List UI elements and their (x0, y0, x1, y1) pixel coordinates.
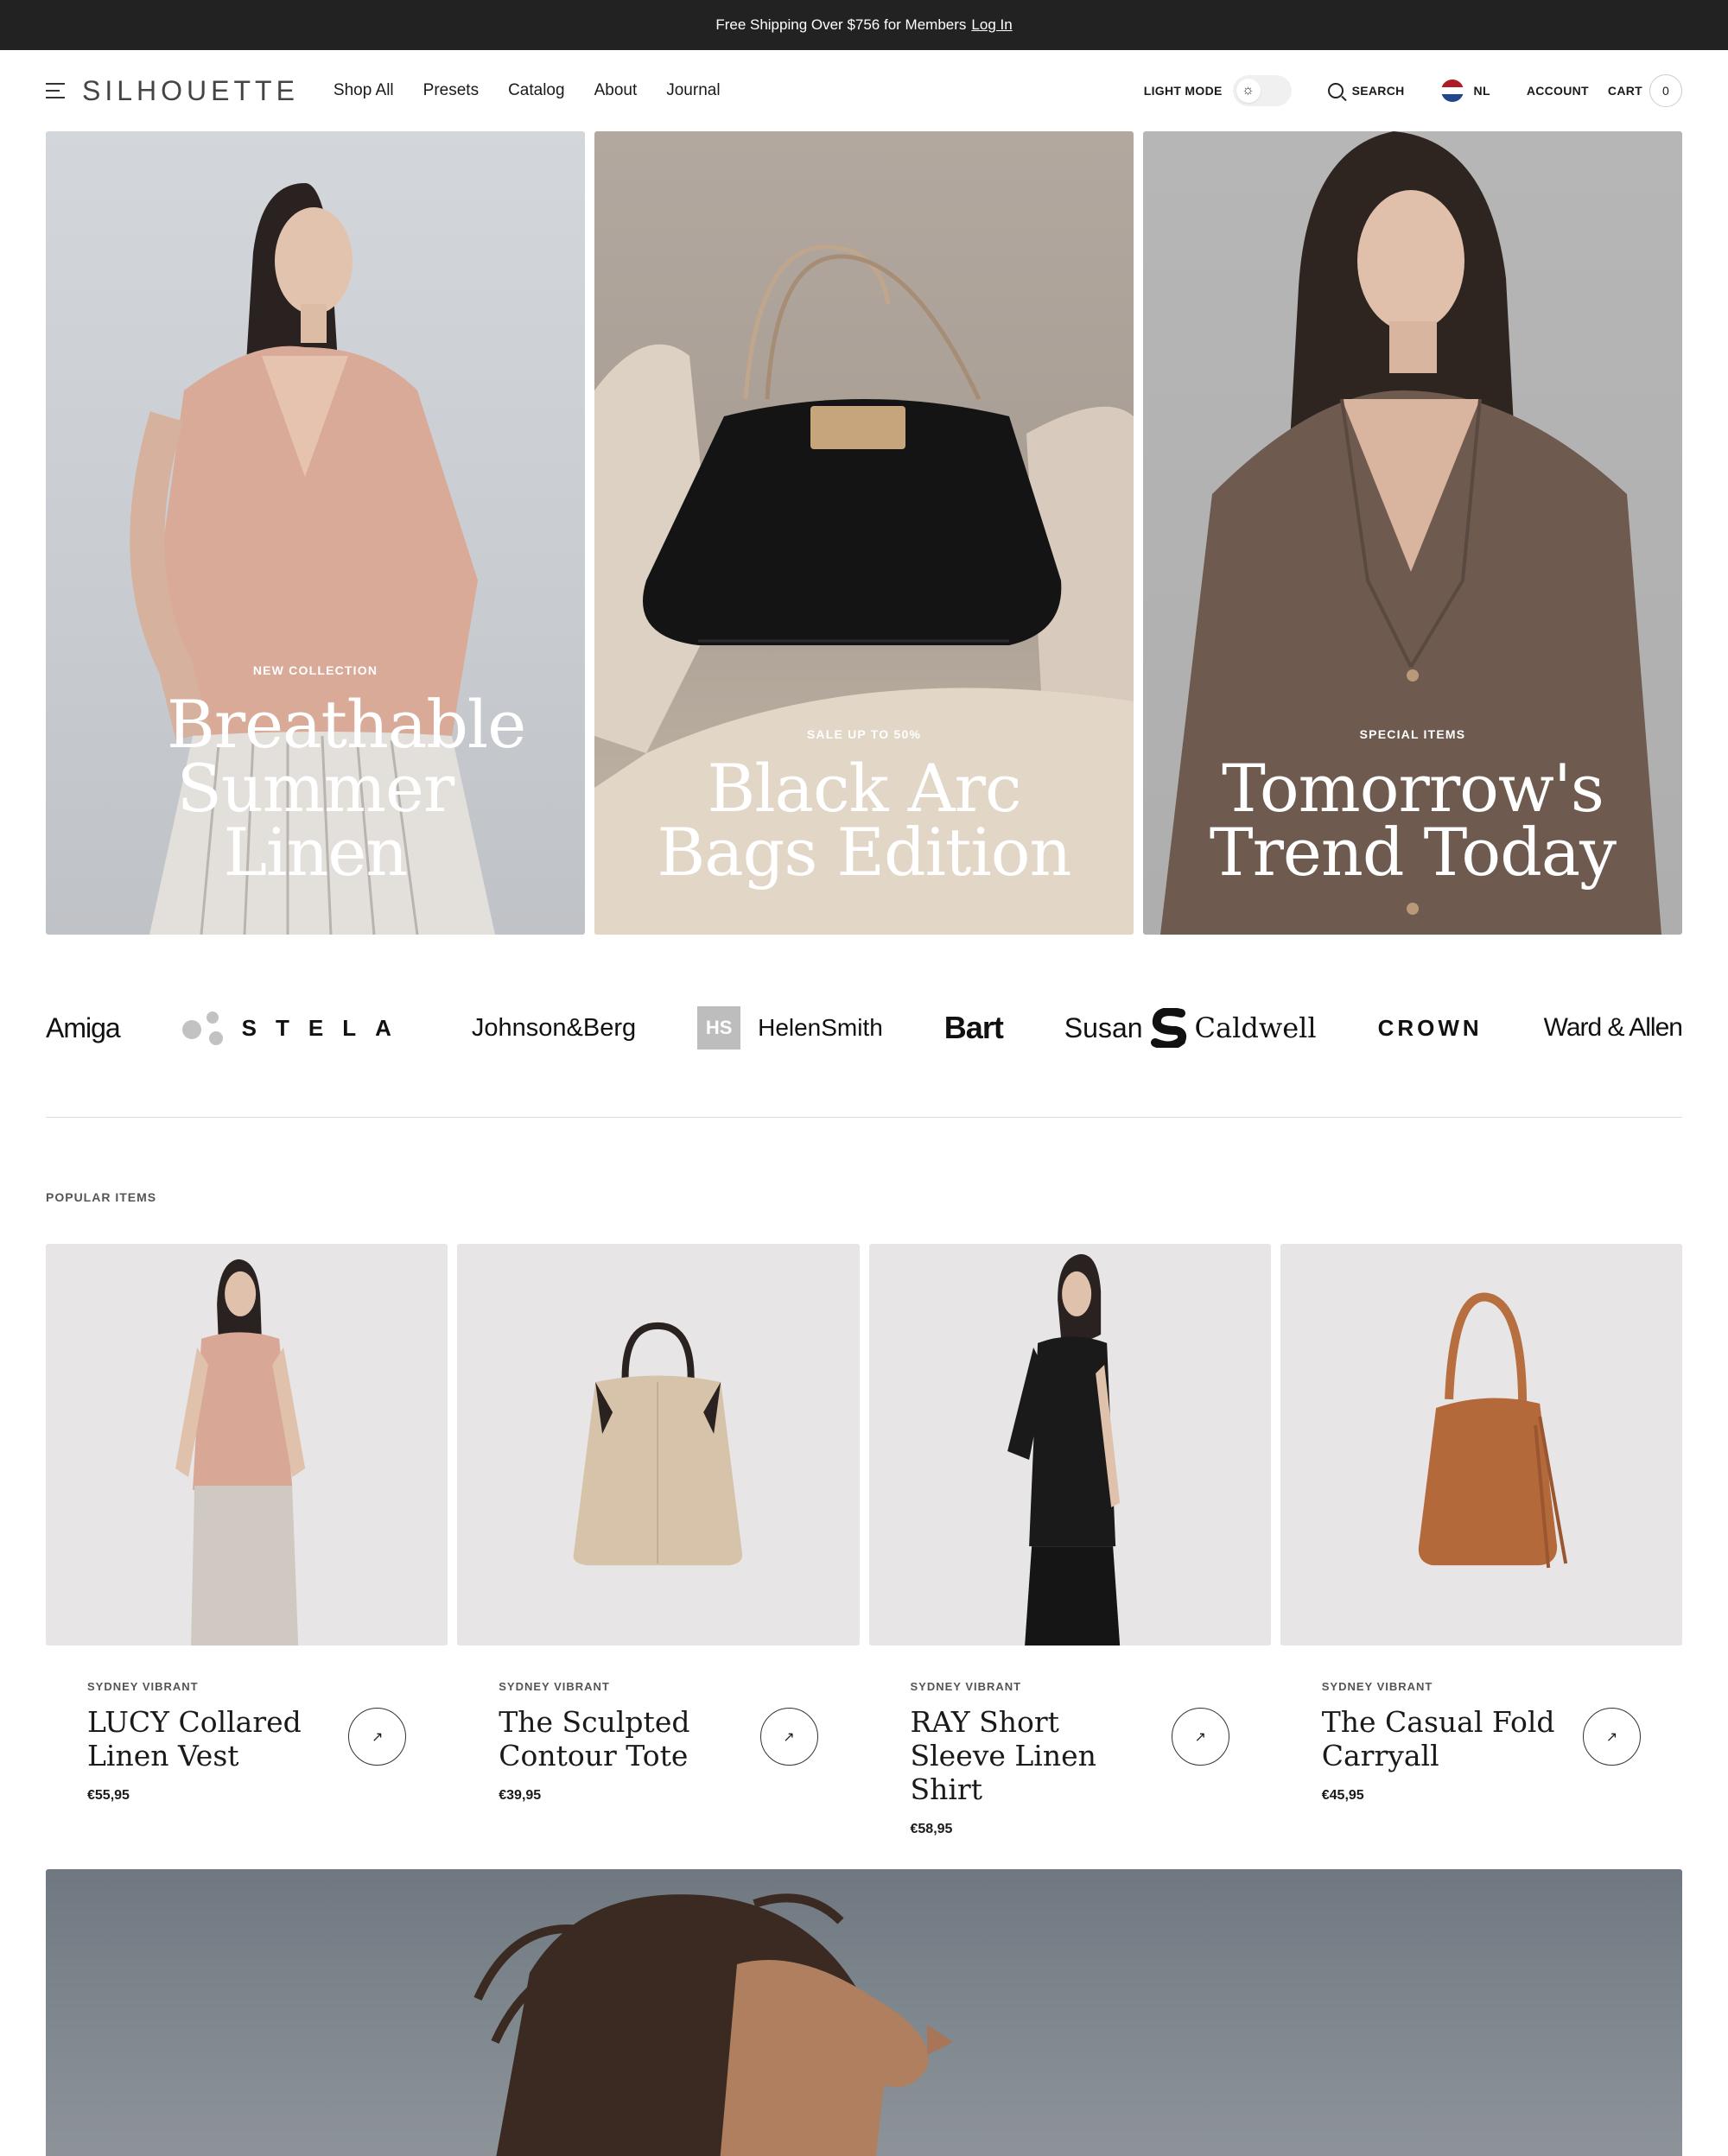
cart-button[interactable]: CART 0 (1608, 74, 1682, 107)
cart-count-badge: 0 (1649, 74, 1682, 107)
hero-eyebrow: SALE UP TO 50% (806, 727, 922, 741)
product-price: €45,95 (1321, 1788, 1364, 1803)
arrow-up-right-icon[interactable]: ↗ (348, 1708, 407, 1766)
nav-catalog[interactable]: Catalog (508, 81, 565, 100)
arrow-up-right-icon[interactable]: ↗ (1583, 1708, 1641, 1766)
product-image[interactable] (868, 1244, 1271, 1646)
main-nav: Shop All Presets Catalog About Journal (334, 81, 721, 100)
product-vendor: SYDNEY VIBRANT (499, 1680, 610, 1693)
header-utilities: LIGHT MODE ☼ SEARCH NL ACCOUNT CART 0 (1144, 74, 1682, 107)
product-price: €58,95 (910, 1822, 953, 1836)
section-divider (46, 1117, 1682, 1118)
product-grid: SYDNEY VIBRANT LUCY Collared Linen Vest … (46, 1244, 1682, 1836)
search-button[interactable]: SEARCH (1327, 83, 1405, 98)
hero-headline: Black Arc Bags Edition (657, 750, 1072, 891)
hero-panel-linen[interactable]: NEW COLLECTION Breathable Summer Linen (46, 131, 585, 935)
product-vendor: SYDNEY VIBRANT (87, 1680, 199, 1693)
product-image[interactable] (457, 1244, 860, 1646)
brand-crown: CROWN (1377, 1014, 1483, 1041)
product-image[interactable] (1280, 1244, 1682, 1646)
sun-icon: ☼ (1236, 79, 1261, 103)
brand-johnson-berg: Johnson&Berg (471, 1013, 637, 1042)
hero-eyebrow: SPECIAL ITEMS (1359, 727, 1466, 741)
arrow-up-right-icon[interactable]: ↗ (759, 1708, 818, 1766)
nav-presets[interactable]: Presets (423, 81, 479, 100)
brand-susan-caldwell: Susan Caldwell (1064, 1008, 1317, 1048)
hero-panel-bags[interactable]: SALE UP TO 50% Black Arc Bags Edition (594, 131, 1134, 935)
product-vendor: SYDNEY VIBRANT (910, 1680, 1022, 1693)
product-card[interactable]: SYDNEY VIBRANT The Sculpted Contour Tote… (457, 1244, 860, 1810)
language-label: NL (1473, 84, 1490, 98)
announcement-bar: Free Shipping Over $756 for Members Log … (0, 0, 1728, 50)
brand-logos: Amiga STELA Johnson&Berg HS HelenSmith B… (46, 993, 1683, 1062)
caldwell-s-icon (1150, 1008, 1186, 1048)
login-link[interactable]: Log In (971, 16, 1012, 34)
popular-items-heading: POPULAR ITEMS (46, 1190, 157, 1204)
hamburger-icon[interactable] (46, 83, 67, 98)
product-vendor: SYDNEY VIBRANT (1321, 1680, 1433, 1693)
hero-headline: Tomorrow's Trend Today (1209, 750, 1617, 891)
site-header: SILHOUETTE Shop All Presets Catalog Abou… (0, 50, 1728, 131)
theme-toggle[interactable]: ☼ (1232, 75, 1292, 106)
brand-stela: STELA (181, 1009, 410, 1047)
announcement-text: Free Shipping Over $756 for Members (715, 16, 967, 33)
account-link[interactable]: ACCOUNT (1527, 84, 1589, 98)
product-title[interactable]: LUCY Collared Linen Vest (87, 1705, 338, 1772)
brand-helensmith: HS HelenSmith (697, 1006, 883, 1049)
product-image[interactable] (46, 1244, 448, 1646)
cart-label: CART (1607, 84, 1642, 98)
site-logo[interactable]: SILHOUETTE (82, 75, 299, 107)
hero-headline: Breathable Summer Linen (167, 686, 526, 891)
product-card[interactable]: SYDNEY VIBRANT LUCY Collared Linen Vest … (46, 1244, 448, 1810)
language-selector[interactable]: NL (1440, 79, 1490, 102)
brand-amiga: Amiga (46, 1011, 121, 1043)
product-card[interactable]: SYDNEY VIBRANT The Casual Fold Carryall … (1280, 1244, 1682, 1810)
hero-panel-trend[interactable]: SPECIAL ITEMS Tomorrow's Trend Today (1143, 131, 1682, 935)
product-title[interactable]: The Casual Fold Carryall (1322, 1705, 1572, 1772)
brand-ward-allen: Ward & Allen (1543, 1013, 1683, 1042)
product-price: €39,95 (499, 1788, 542, 1803)
nav-journal[interactable]: Journal (666, 81, 720, 100)
brand-bart: Bart (943, 1010, 1004, 1045)
light-mode-control: LIGHT MODE ☼ (1144, 75, 1292, 106)
stela-dots-icon (181, 1011, 223, 1045)
product-card[interactable]: SYDNEY VIBRANT RAY Short Sleeve Linen Sh… (868, 1244, 1271, 1836)
nav-about[interactable]: About (594, 81, 638, 100)
hero-panels: NEW COLLECTION Breathable Summer Linen S… (46, 131, 1682, 935)
banner-image (473, 1893, 953, 2156)
light-mode-label: LIGHT MODE (1143, 84, 1223, 98)
search-icon (1327, 83, 1344, 98)
product-title[interactable]: RAY Short Sleeve Linen Shirt (911, 1705, 1161, 1806)
arrow-up-right-icon[interactable]: ↗ (1171, 1708, 1229, 1766)
hs-badge: HS (697, 1006, 741, 1049)
nav-shop-all[interactable]: Shop All (334, 81, 394, 100)
netherlands-flag-icon (1440, 79, 1464, 102)
campaign-banner (46, 1869, 1682, 2156)
product-price: €55,95 (87, 1788, 130, 1803)
hero-eyebrow: NEW COLLECTION (252, 663, 378, 677)
search-label: SEARCH (1351, 84, 1405, 98)
product-title[interactable]: The Sculpted Contour Tote (499, 1705, 749, 1772)
